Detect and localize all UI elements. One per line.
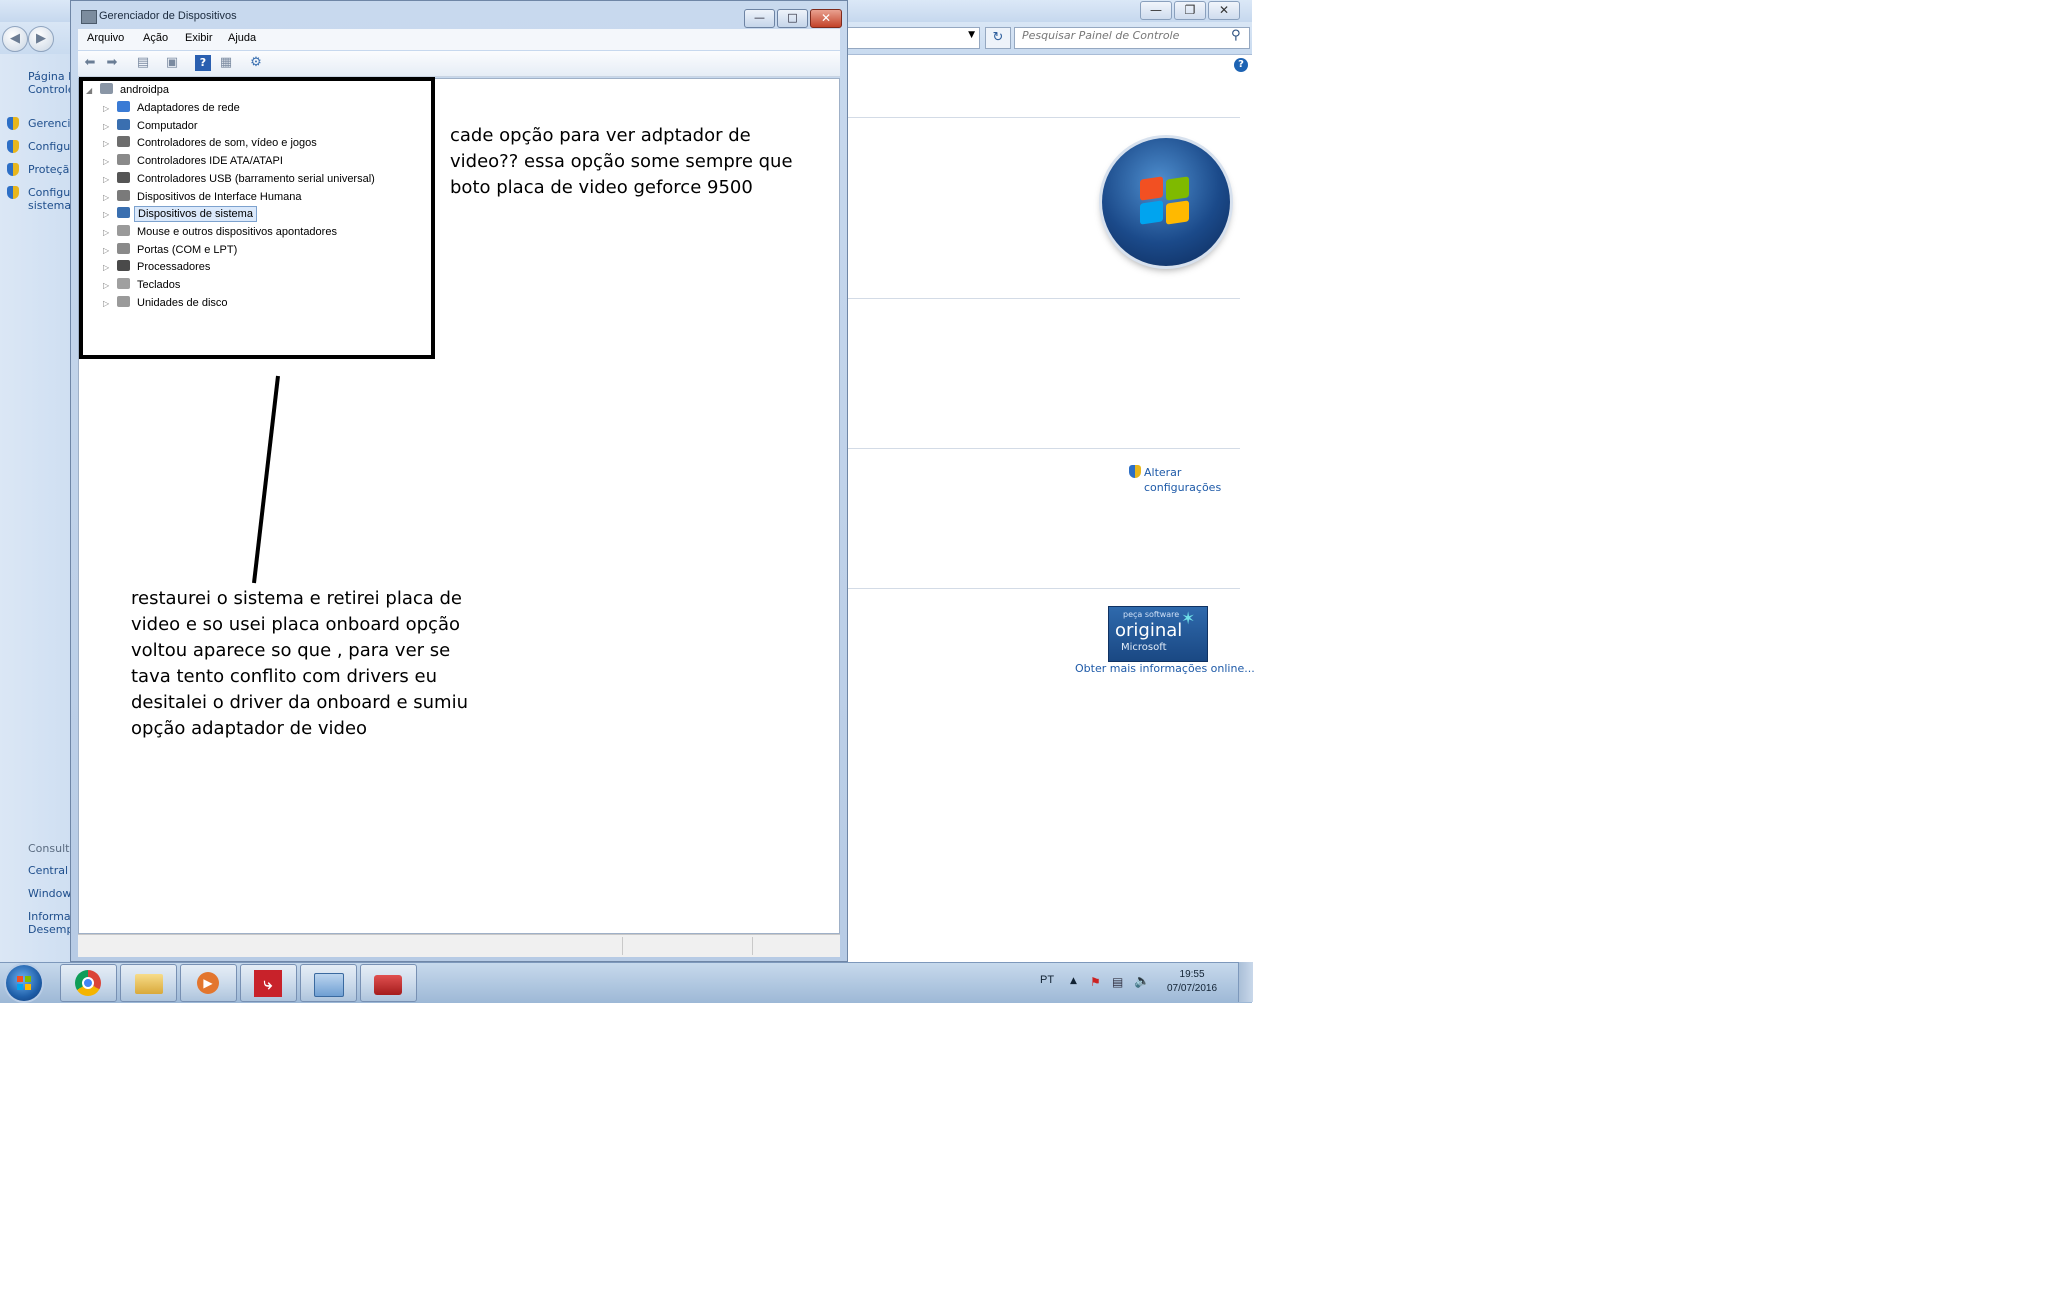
help-icon[interactable]: ? [1234, 58, 1248, 72]
media-player-icon: ▶ [197, 972, 219, 994]
section-divider [848, 448, 1240, 449]
forward-button[interactable]: ▶ [28, 26, 54, 52]
section-divider [848, 588, 1240, 589]
search-placeholder: Pesquisar Painel de Controle [1022, 29, 1180, 42]
star-icon: ✶ [1181, 609, 1196, 629]
taskbar-media-player[interactable]: ▶ [180, 964, 237, 1002]
genuine-microsoft-badge: peça software original Microsoft ✶ [1108, 606, 1208, 662]
annotation-explanation: restaurei o sistema e retirei placa de v… [131, 588, 468, 739]
back-arrow-icon[interactable]: ⬅ [82, 55, 98, 71]
shield-icon [7, 140, 19, 153]
toolbox-icon [374, 975, 402, 995]
sidebar-link-protection[interactable]: Proteção [28, 163, 70, 176]
device-manager-icon [81, 10, 97, 24]
toolbar [78, 51, 840, 77]
annotation-box [79, 77, 435, 359]
clock[interactable]: 19:55 07/07/2016 [1167, 968, 1217, 996]
shield-icon [7, 163, 19, 176]
explorer-folder-icon [135, 974, 163, 994]
network-icon[interactable]: ▤ [1112, 975, 1123, 989]
show-hide-console-tree-icon[interactable]: ▤ [135, 55, 151, 71]
volume-icon[interactable]: 🔈 [1134, 974, 1150, 989]
taskbar-chrome[interactable] [60, 964, 117, 1002]
section-divider [848, 117, 1240, 118]
search-icon[interactable]: ⚲ [1231, 28, 1241, 43]
cp-minimize-button[interactable]: — [1140, 1, 1172, 20]
sidebar-link-advanced-settings[interactable]: Configu sistema [28, 186, 70, 212]
more-info-online-link[interactable]: Obter mais informações online... [1075, 662, 1255, 675]
forward-arrow-icon[interactable]: ➡ [104, 55, 120, 71]
status-divider [752, 937, 753, 955]
shield-icon [7, 117, 19, 130]
taskbar-toolbox[interactable] [360, 964, 417, 1002]
status-bar [78, 934, 840, 957]
show-desktop-button[interactable] [1238, 962, 1253, 1002]
see-also-link-windows-update[interactable]: Window [28, 887, 70, 900]
properties-icon[interactable]: ▣ [164, 55, 180, 71]
menu-exibir[interactable]: Exibir [185, 32, 213, 44]
status-divider [622, 937, 623, 955]
menu-acao[interactable]: Ação [143, 32, 168, 44]
minimize-button[interactable]: — [744, 9, 775, 28]
cp-restore-button[interactable]: ❐ [1174, 1, 1206, 20]
language-indicator[interactable]: PT [1040, 974, 1054, 986]
menu-arquivo[interactable]: Arquivo [87, 32, 124, 44]
sidebar-link-device-manager[interactable]: Gerencia [28, 117, 70, 130]
address-dropdown-icon[interactable]: ▼ [968, 30, 975, 40]
cp-close-button[interactable]: ✕ [1208, 1, 1240, 20]
change-settings-link[interactable]: Alterar configurações [1144, 465, 1221, 495]
scan-hardware-icon[interactable]: ⚙ [248, 55, 264, 71]
control-panel-icon [314, 973, 344, 997]
flash-app-icon: ⤷ [254, 970, 282, 997]
section-divider [848, 298, 1240, 299]
sidebar-link-home[interactable]: Página I Controle [28, 70, 70, 96]
show-hidden-icons-arrow-icon[interactable]: ▲ [1070, 976, 1077, 986]
start-button[interactable] [6, 965, 42, 1001]
view-icon[interactable]: ▦ [218, 55, 234, 71]
see-also-title: Consult [28, 842, 70, 855]
taskbar-control-panel[interactable] [300, 964, 357, 1002]
annotation-question: cade opção para ver adptador de video?? … [450, 125, 793, 198]
action-center-flag-icon[interactable]: ⚑ [1090, 975, 1101, 989]
shield-icon [1129, 465, 1141, 478]
see-also-link-performance[interactable]: Informa Desemp [28, 910, 70, 936]
menu-ajuda[interactable]: Ajuda [228, 32, 256, 44]
refresh-button[interactable]: ↻ [985, 27, 1011, 49]
help-icon[interactable]: ? [195, 55, 211, 71]
shield-icon [7, 186, 19, 199]
close-button[interactable]: ✕ [810, 9, 842, 28]
taskbar-explorer[interactable] [120, 964, 177, 1002]
see-also-link-action-center[interactable]: Central [28, 864, 70, 877]
address-bar[interactable]: ▼ [846, 27, 980, 49]
windows-logo [1102, 138, 1230, 266]
taskbar-flash-app[interactable]: ⤷ [240, 964, 297, 1002]
maximize-button[interactable]: □ [777, 9, 808, 28]
sidebar-link-remote-settings[interactable]: Configu [28, 140, 70, 153]
window-title: Gerenciador de Dispositivos [99, 10, 237, 22]
back-button[interactable]: ◀ [2, 26, 28, 52]
